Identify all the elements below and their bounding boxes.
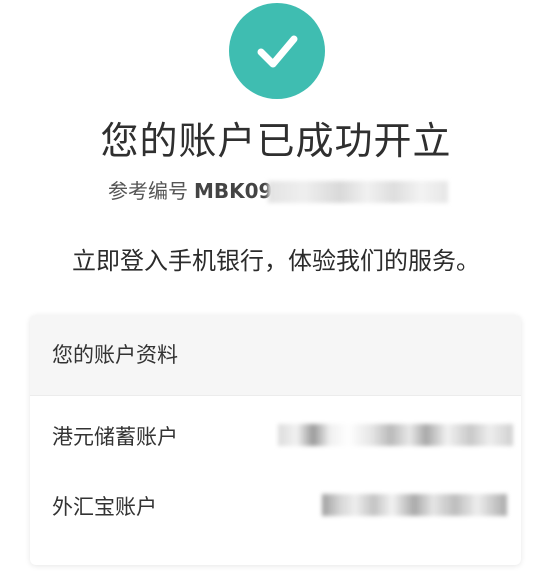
success-checkmark-icon: [229, 3, 325, 99]
card-header-title: 您的账户资料: [52, 343, 178, 367]
reference-label: 参考编号: [108, 179, 188, 203]
account-info-card: 您的账户资料 港元储蓄账户 外汇宝账户: [30, 315, 521, 565]
masked-account-number: [278, 424, 513, 446]
reference-number: MBK09: [194, 179, 273, 203]
masked-reference-digits: [268, 181, 448, 203]
card-header: 您的账户资料: [30, 315, 521, 396]
page-title: 您的账户已成功开立: [100, 119, 452, 163]
account-row-fx: 外汇宝账户: [30, 478, 521, 538]
reference-row: 参考编号 MBK09: [0, 175, 552, 207]
account-name: 外汇宝账户: [52, 495, 157, 519]
welcome-message: 立即登入手机银行，体验我们的服务。: [72, 247, 480, 275]
account-row-hkd-savings: 港元储蓄账户: [30, 408, 521, 468]
checkmark-icon: [257, 35, 298, 68]
masked-account-number: [322, 494, 507, 516]
account-name: 港元储蓄账户: [52, 425, 178, 449]
